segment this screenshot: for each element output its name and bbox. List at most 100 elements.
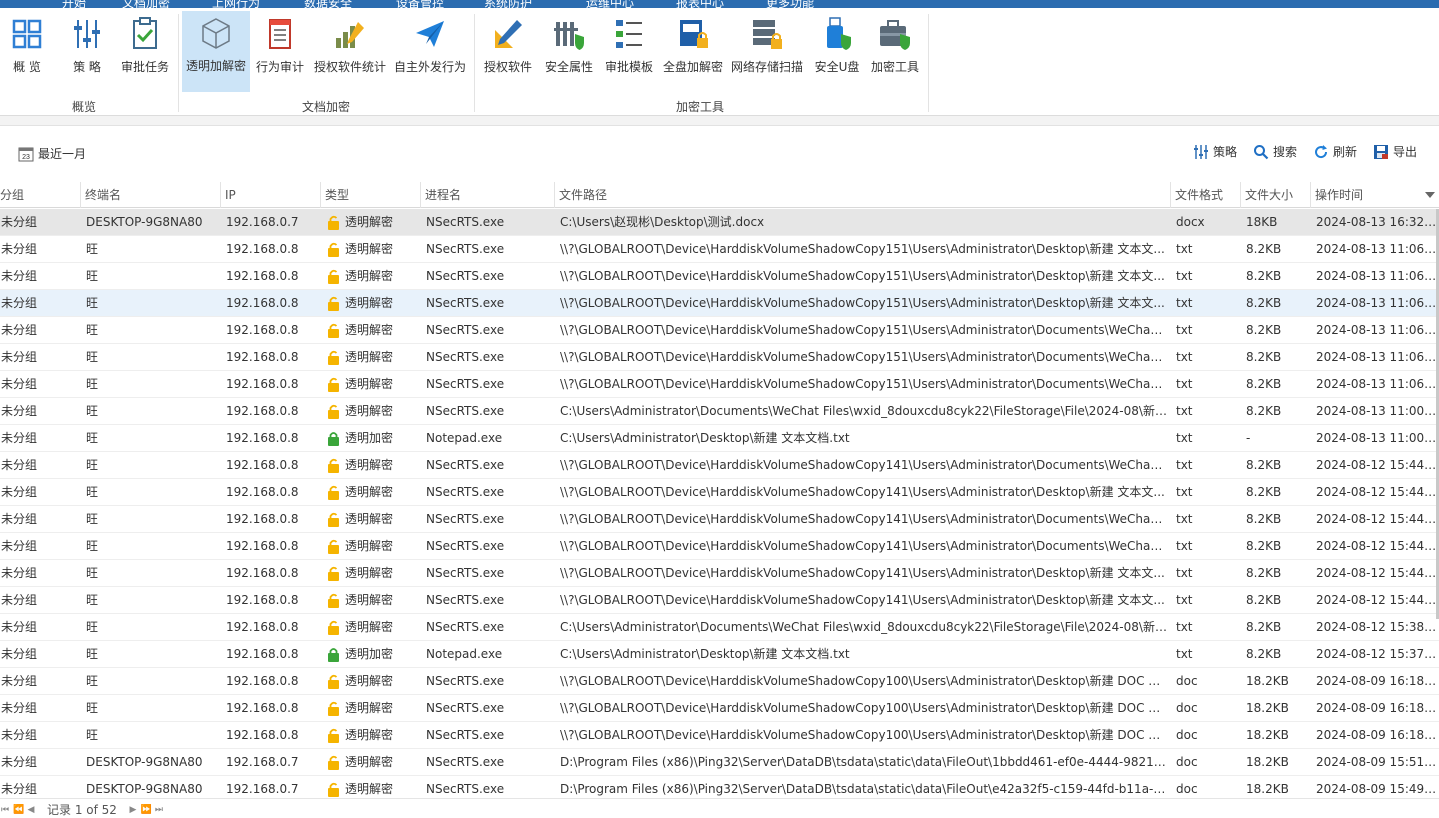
lock-open-icon (328, 728, 339, 743)
authorized-software-button[interactable]: 授权软件 (480, 12, 536, 92)
toolbox-shield-icon (880, 20, 910, 50)
date-range-selector[interactable]: 23 最近一月 (18, 145, 86, 162)
cell-size: 18.2KB (1246, 755, 1289, 769)
cell-size: 8.2KB (1246, 242, 1282, 256)
authorized-software-stats-button[interactable]: 授权软件统计 (312, 12, 388, 92)
table-row[interactable]: 未分组 旺 192.168.0.8 透明解密 NSecRTS.exe \\?\GLOBAL… (0, 371, 1439, 398)
cell-filepath: \\?\GLOBALROOT\Device\HarddiskVolumeShad… (560, 566, 1165, 580)
first-page-icon[interactable]: ⏮ (0, 805, 10, 815)
ribbon-tab[interactable]: 运维中心 (586, 0, 634, 10)
prev-fast-icon[interactable]: ⏪ (13, 805, 24, 815)
cell-ip: 192.168.0.8 (226, 728, 299, 742)
lock-open-icon (328, 242, 339, 257)
table-row[interactable]: 未分组 旺 192.168.0.8 透明解密 NSecRTS.exe \\?\GLOBAL… (0, 263, 1439, 290)
date-range-label: 最近一月 (38, 147, 87, 161)
next-page-icon[interactable]: ▶ (128, 805, 138, 815)
table-row[interactable]: 未分组 旺 192.168.0.8 透明解密 NSecRTS.exe \\?\GLOBAL… (0, 452, 1439, 479)
table-row[interactable]: 未分组 DESKTOP-9G8NA80 192.168.0.7 透明解密 NSecRTS… (0, 776, 1439, 798)
table-row[interactable]: 未分组 旺 192.168.0.8 透明解密 NSecRTS.exe \\?\GLOBAL… (0, 560, 1439, 587)
cell-ip: 192.168.0.8 (226, 566, 299, 580)
cell-format: txt (1176, 269, 1193, 283)
cell-group: 未分组 (1, 215, 38, 229)
table-row[interactable]: 未分组 旺 192.168.0.8 透明加密 Notepad.exe C:\Users\A… (0, 641, 1439, 668)
security-attribute-button[interactable]: 安全属性 (542, 12, 596, 92)
sort-desc-icon (1425, 192, 1435, 198)
column-header-format[interactable]: 文件格式 (1171, 182, 1241, 208)
column-header-filepath[interactable]: 文件路径 (555, 182, 1171, 208)
ribbon-tab[interactable]: 系统防护 (484, 0, 532, 10)
table-row[interactable]: 未分组 旺 192.168.0.8 透明解密 NSecRTS.exe \\?\GLOBAL… (0, 290, 1439, 317)
column-header-ip[interactable]: IP (221, 182, 321, 208)
cell-filepath: \\?\GLOBALROOT\Device\HarddiskVolumeShad… (560, 674, 1167, 688)
cell-process: NSecRTS.exe (426, 593, 505, 607)
behavior-audit-button[interactable]: 行为审计 (254, 12, 306, 92)
cell-time: 2024-08-13 11:06:07 (1316, 296, 1437, 310)
ribbon-tab[interactable]: 更多功能 (766, 0, 814, 10)
table-row[interactable]: 未分组 旺 192.168.0.8 透明解密 NSecRTS.exe \\?\GLOBAL… (0, 722, 1439, 749)
table-row[interactable]: 未分组 旺 192.168.0.8 透明解密 NSecRTS.exe \\?\GLOBAL… (0, 506, 1439, 533)
cell-terminal: 旺 (86, 647, 99, 661)
cell-format: txt (1176, 404, 1193, 418)
grid-header: 分组 终端名 IP 类型 进程名 文件路径 文件格式 文件大小 操作时间 (0, 182, 1439, 208)
ribbon-tab[interactable]: 开始 (62, 0, 86, 10)
policy-button[interactable]: 策 略 (64, 12, 110, 92)
table-row[interactable]: 未分组 旺 192.168.0.8 透明解密 NSecRTS.exe C:\Users\A… (0, 614, 1439, 641)
export-save-icon (1373, 144, 1388, 159)
self-outbound-behavior-button[interactable]: 自主外发行为 (392, 12, 468, 92)
pager-bar: ⏮ ⏪ ◀ 记录 1 of 52 ▶ ⏩ ⏭ (0, 798, 1439, 817)
ribbon-tab[interactable]: 报表中心 (676, 0, 724, 10)
table-row[interactable]: 未分组 旺 192.168.0.8 透明解密 NSecRTS.exe \\?\GLOBAL… (0, 317, 1439, 344)
table-row[interactable]: 未分组 旺 192.168.0.8 透明加密 Notepad.exe C:\Users\A… (0, 425, 1439, 452)
cell-size: 8.2KB (1246, 512, 1282, 526)
encrypt-tools-button[interactable]: 加密工具 (866, 12, 924, 92)
table-row[interactable]: 未分组 DESKTOP-9G8NA80 192.168.0.7 透明解密 NSecRTS… (0, 209, 1439, 236)
table-row[interactable]: 未分组 旺 192.168.0.8 透明解密 NSecRTS.exe \\?\GLOBAL… (0, 479, 1439, 506)
cell-size: 18KB (1246, 215, 1278, 229)
column-header-process[interactable]: 进程名 (421, 182, 555, 208)
approval-template-button[interactable]: 审批模板 (602, 12, 656, 92)
transparent-decrypt-button[interactable]: 透明加解密 (182, 11, 250, 92)
cell-process: NSecRTS.exe (426, 404, 505, 418)
table-row[interactable]: 未分组 旺 192.168.0.8 透明解密 NSecRTS.exe \\?\GLOBAL… (0, 695, 1439, 722)
cell-format: txt (1176, 296, 1193, 310)
table-row[interactable]: 未分组 旺 192.168.0.8 透明解密 NSecRTS.exe \\?\GLOBAL… (0, 533, 1439, 560)
ribbon-tab[interactable]: 上网行为 (212, 0, 260, 10)
column-header-type[interactable]: 类型 (321, 182, 421, 208)
column-header-group[interactable]: 分组 (0, 182, 81, 208)
table-row[interactable]: 未分组 旺 192.168.0.8 透明解密 NSecRTS.exe \\?\GLOBAL… (0, 668, 1439, 695)
cell-size: 18.2KB (1246, 728, 1289, 742)
table-row[interactable]: 未分组 旺 192.168.0.8 透明解密 NSecRTS.exe C:\Users\A… (0, 398, 1439, 425)
cell-process: NSecRTS.exe (426, 539, 505, 553)
cell-format: doc (1176, 728, 1198, 742)
lock-open-icon (328, 458, 339, 473)
prev-page-icon[interactable]: ◀ (26, 805, 36, 815)
cell-terminal: 旺 (86, 593, 99, 607)
secure-usb-button[interactable]: 安全U盘 (810, 12, 864, 92)
column-header-terminal[interactable]: 终端名 (81, 182, 221, 208)
table-row[interactable]: 未分组 DESKTOP-9G8NA80 192.168.0.7 透明解密 NSecRTS… (0, 749, 1439, 776)
table-row[interactable]: 未分组 旺 192.168.0.8 透明解密 NSecRTS.exe \\?\GLOBAL… (0, 236, 1439, 263)
cell-process: NSecRTS.exe (426, 566, 505, 580)
ribbon-tab[interactable]: 设备管控 (396, 0, 444, 10)
search-toolbar-button[interactable]: 搜索 (1253, 143, 1297, 160)
network-storage-scan-button[interactable]: 网络存储扫描 (728, 12, 806, 92)
export-toolbar-button[interactable]: 导出 (1373, 143, 1417, 160)
refresh-toolbar-button[interactable]: 刷新 (1313, 143, 1357, 160)
ribbon-tab[interactable]: 数据安全 (304, 0, 352, 10)
overview-button[interactable]: 概 览 (4, 12, 50, 92)
table-row[interactable]: 未分组 旺 192.168.0.8 透明解密 NSecRTS.exe \\?\GLOBAL… (0, 587, 1439, 614)
cell-filepath: \\?\GLOBALROOT\Device\HarddiskVolumeShad… (560, 323, 1167, 337)
cell-ip: 192.168.0.8 (226, 296, 299, 310)
ribbon-tab[interactable]: 文档加密 (122, 0, 170, 10)
column-header-time[interactable]: 操作时间 (1311, 182, 1439, 208)
cell-filepath: \\?\GLOBALROOT\Device\HarddiskVolumeShad… (560, 458, 1167, 472)
approval-task-button[interactable]: 审批任务 (118, 12, 172, 92)
policy-toolbar-button[interactable]: 策略 (1193, 143, 1237, 160)
last-page-icon[interactable]: ⏭ (154, 805, 164, 815)
full-disk-encrypt-button[interactable]: 全盘加解密 (660, 12, 726, 92)
cell-size: 8.2KB (1246, 566, 1282, 580)
column-header-size[interactable]: 文件大小 (1241, 182, 1311, 208)
next-fast-icon[interactable]: ⏩ (141, 805, 152, 815)
cell-filepath: D:\Program Files (x86)\Ping32\Server\Dat… (560, 782, 1167, 796)
table-row[interactable]: 未分组 旺 192.168.0.8 透明解密 NSecRTS.exe \\?\GLOBAL… (0, 344, 1439, 371)
